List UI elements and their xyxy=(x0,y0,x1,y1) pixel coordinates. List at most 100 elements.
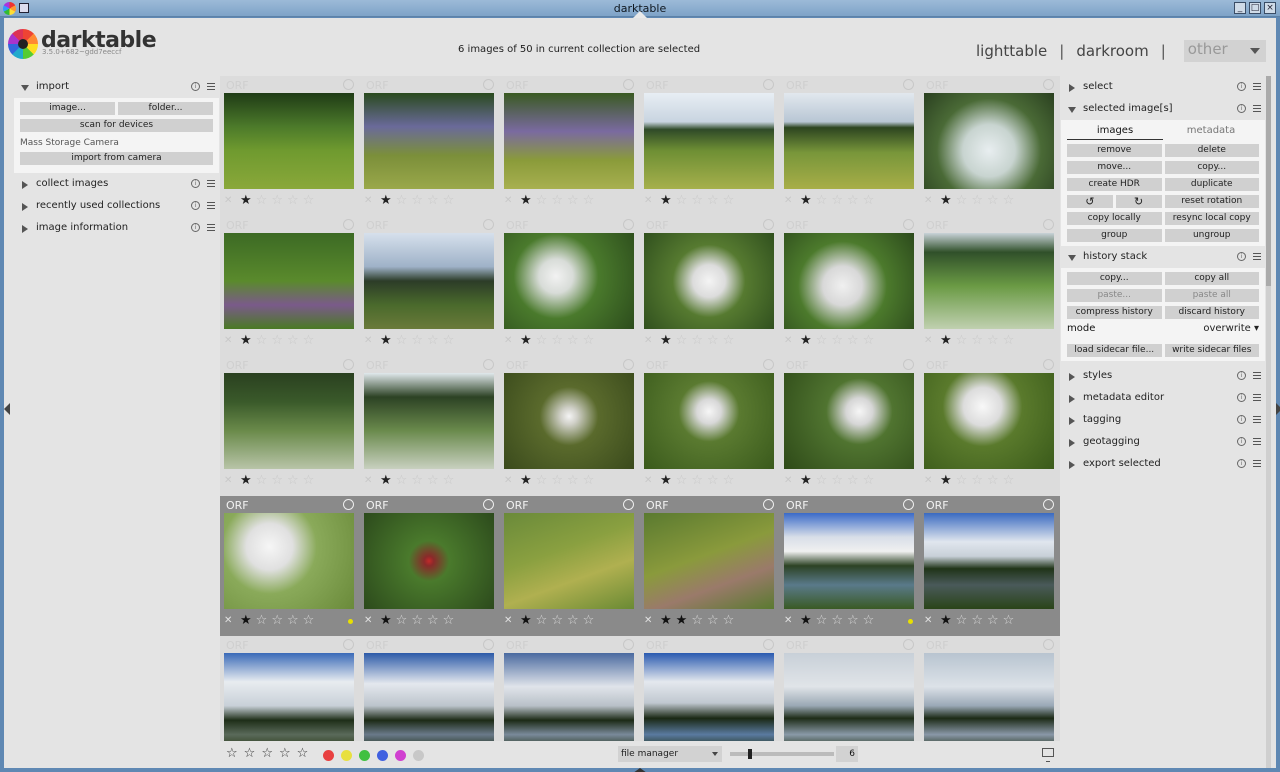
altered-icon[interactable] xyxy=(903,639,914,650)
star-icon[interactable]: ★ xyxy=(940,194,952,208)
thumbnail-image[interactable] xyxy=(364,513,494,609)
color-label-filter-dot[interactable] xyxy=(377,750,388,761)
star-icon[interactable]: ☆ xyxy=(287,194,299,208)
star-icon[interactable]: ☆ xyxy=(1003,194,1015,208)
star-icon[interactable]: ☆ xyxy=(971,474,983,488)
thumbnail[interactable]: ORF✕★☆☆☆☆ xyxy=(920,216,1060,356)
star-icon[interactable]: ☆ xyxy=(271,614,283,628)
thumbnail[interactable]: ORF✕★☆☆☆☆ xyxy=(500,76,640,216)
star-icon[interactable]: ☆ xyxy=(396,194,408,208)
presets-icon[interactable] xyxy=(207,83,215,90)
star-icon[interactable]: ☆ xyxy=(987,614,999,628)
altered-icon[interactable] xyxy=(483,639,494,650)
star-icon[interactable]: ☆ xyxy=(583,614,595,628)
rotate-cw-button[interactable]: ↻ xyxy=(1115,195,1162,208)
star-icon[interactable]: ☆ xyxy=(987,474,999,488)
reset-icon[interactable]: i xyxy=(1237,415,1246,424)
star-icon[interactable]: ☆ xyxy=(863,194,875,208)
star-icon[interactable]: ★ xyxy=(800,334,812,348)
right-module-header[interactable]: styles i xyxy=(1061,365,1265,387)
altered-icon[interactable] xyxy=(903,219,914,230)
color-label-filter-dot[interactable] xyxy=(359,750,370,761)
thumbnail-image[interactable] xyxy=(224,513,354,609)
star-icon[interactable]: ★ xyxy=(520,334,532,348)
star-icon[interactable]: ☆ xyxy=(816,194,828,208)
reject-icon[interactable]: ✕ xyxy=(644,194,656,208)
star-icon[interactable]: ☆ xyxy=(303,194,315,208)
reject-icon[interactable]: ✕ xyxy=(504,334,516,348)
star-icon[interactable]: ☆ xyxy=(707,614,719,628)
star-icon[interactable]: ☆ xyxy=(567,614,579,628)
right-module-header[interactable]: metadata editor i xyxy=(1061,387,1265,409)
bottom-panel-toggle-icon[interactable] xyxy=(633,768,647,772)
thumbnail-image[interactable] xyxy=(924,233,1054,329)
star-icon[interactable]: ☆ xyxy=(863,614,875,628)
star-icon[interactable]: ☆ xyxy=(536,194,548,208)
reset-icon[interactable]: i xyxy=(1237,82,1246,91)
star-icon[interactable]: ☆ xyxy=(723,614,735,628)
star-icon[interactable]: ☆ xyxy=(411,474,423,488)
reset-icon[interactable]: i xyxy=(1237,393,1246,402)
mode-value[interactable]: overwrite ▾ xyxy=(1203,323,1259,334)
reject-icon[interactable]: ✕ xyxy=(784,194,796,208)
thumbnail-image[interactable] xyxy=(644,513,774,609)
star-icon[interactable]: ☆ xyxy=(443,334,455,348)
zoom-slider-handle[interactable] xyxy=(748,749,752,759)
star-icon[interactable]: ★ xyxy=(800,614,812,628)
reject-icon[interactable]: ✕ xyxy=(364,474,376,488)
thumbnail[interactable]: ORF✕★☆☆☆☆ xyxy=(920,356,1060,496)
star-icon[interactable]: ☆ xyxy=(303,614,315,628)
top-panel-toggle-icon[interactable] xyxy=(633,11,647,18)
zoom-slider[interactable] xyxy=(730,749,834,759)
thumbnail-image[interactable] xyxy=(504,513,634,609)
star-icon[interactable]: ☆ xyxy=(583,194,595,208)
thumbnail-image[interactable] xyxy=(644,93,774,189)
altered-icon[interactable] xyxy=(1043,359,1054,370)
star-icon[interactable]: ☆ xyxy=(271,474,283,488)
star-icon[interactable]: ☆ xyxy=(256,474,268,488)
reject-icon[interactable]: ✕ xyxy=(924,334,936,348)
altered-icon[interactable] xyxy=(623,639,634,650)
star-icon[interactable]: ☆ xyxy=(551,334,563,348)
color-label-filter-dot[interactable] xyxy=(341,750,352,761)
reject-icon[interactable]: ✕ xyxy=(644,474,656,488)
history-copy-button[interactable]: copy... xyxy=(1067,272,1162,285)
star-icon[interactable]: ☆ xyxy=(411,334,423,348)
star-icon[interactable]: ☆ xyxy=(831,194,843,208)
altered-icon[interactable] xyxy=(1043,79,1054,90)
load-sidecar-button[interactable]: load sidecar file... xyxy=(1067,344,1162,357)
duplicate-button[interactable]: duplicate xyxy=(1164,178,1259,191)
star-icon[interactable]: ★ xyxy=(940,334,952,348)
reset-icon[interactable]: i xyxy=(1237,371,1246,380)
star-icon[interactable]: ★ xyxy=(940,614,952,628)
star-icon[interactable]: ☆ xyxy=(396,614,408,628)
reset-rotation-button[interactable]: reset rotation xyxy=(1164,195,1259,208)
altered-icon[interactable] xyxy=(623,359,634,370)
thumbnail[interactable]: ORF✕★☆☆☆☆ xyxy=(780,216,920,356)
reject-icon[interactable]: ✕ xyxy=(924,194,936,208)
altered-icon[interactable] xyxy=(763,359,774,370)
close-button[interactable]: × xyxy=(1264,2,1276,14)
altered-icon[interactable] xyxy=(903,359,914,370)
star-icon[interactable]: ☆ xyxy=(287,334,299,348)
view-darkroom[interactable]: darkroom xyxy=(1076,42,1148,60)
import-image-button[interactable]: image... xyxy=(20,102,115,115)
reset-icon[interactable]: i xyxy=(1237,252,1246,261)
altered-icon[interactable] xyxy=(903,499,914,510)
star-icon[interactable]: ☆ xyxy=(583,474,595,488)
thumbnail[interactable]: ORF✕★☆☆☆☆ xyxy=(360,216,500,356)
star-icon[interactable]: ☆ xyxy=(551,474,563,488)
star-icon[interactable]: ☆ xyxy=(956,194,968,208)
history-paste-all-button[interactable]: paste all xyxy=(1164,289,1259,302)
star-icon[interactable]: ☆ xyxy=(443,474,455,488)
star-icon[interactable]: ☆ xyxy=(971,614,983,628)
altered-icon[interactable] xyxy=(763,499,774,510)
star-icon[interactable]: ☆ xyxy=(816,474,828,488)
star-icon[interactable]: ☆ xyxy=(676,474,688,488)
module-select-header[interactable]: select i xyxy=(1061,76,1265,98)
thumbnail-image[interactable] xyxy=(784,513,914,609)
minimize-button[interactable]: _ xyxy=(1234,2,1246,14)
reject-icon[interactable]: ✕ xyxy=(224,194,236,208)
maximize-button[interactable]: □ xyxy=(1249,2,1261,14)
reset-icon[interactable]: i xyxy=(191,179,200,188)
